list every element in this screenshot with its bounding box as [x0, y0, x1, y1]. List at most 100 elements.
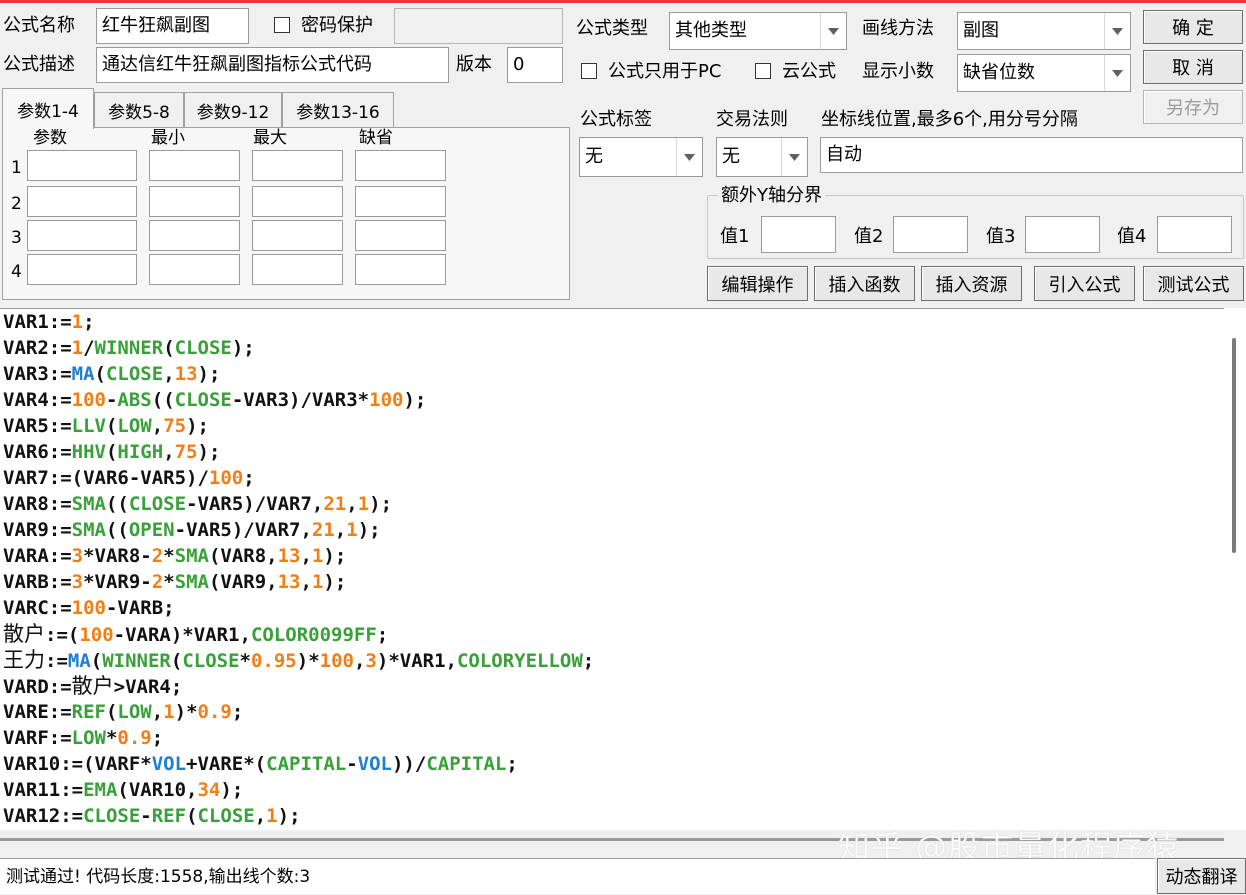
tab-params-9-12[interactable]: 参数9-12 — [184, 92, 282, 128]
code-line[interactable]: VAR11:=EMA(VAR10,34); — [3, 777, 243, 803]
code-line[interactable]: VAR1:=1; — [3, 309, 95, 335]
coord-line-field[interactable]: 自动 — [820, 137, 1243, 173]
code-token: / — [83, 337, 95, 359]
code-token: ))/ — [391, 753, 427, 775]
code-line[interactable]: VAR12:=CLOSE-REF(CLOSE,1); — [3, 803, 301, 829]
code-token: 1 — [163, 701, 175, 723]
code-line[interactable]: VAR4:=100-ABS((CLOSE-VAR3)/VAR3*100); — [3, 387, 426, 413]
code-line[interactable]: VAR9:=SMA((OPEN-VAR5)/VAR7,21,1); — [3, 517, 381, 543]
code-line[interactable]: VARD:=散户>VAR4; — [3, 673, 182, 699]
tab-params-13-16[interactable]: 参数13-16 — [282, 92, 394, 128]
status-bar: 测试通过! 代码长度:1558,输出线个数:3 — [0, 858, 1155, 894]
param-default-input[interactable] — [355, 220, 446, 251]
code-token: CLOSE — [174, 389, 232, 411]
code-token: CLOSE — [174, 337, 232, 359]
code-token: - — [140, 805, 152, 827]
code-token: ); — [186, 415, 209, 437]
code-line[interactable]: VAR3:=MA(CLOSE,13); — [3, 361, 220, 387]
formula-type-select[interactable]: 其他类型 — [669, 12, 847, 50]
code-line[interactable]: VAR10:=(VARF*VOL+VARE*(CAPITAL-VOL))/CAP… — [3, 751, 518, 777]
param-default-input[interactable] — [355, 254, 446, 285]
param-name-input[interactable] — [27, 150, 137, 181]
formula-desc-field[interactable]: 通达信红牛狂飙副图指标公式代码 — [96, 47, 449, 83]
code-editor[interactable]: VAR1:=1; VAR2:=1/WINNER(CLOSE); VAR3:=MA(C… — [0, 308, 1246, 830]
param-default-input[interactable] — [355, 150, 446, 181]
y-value-1-input[interactable] — [761, 216, 836, 253]
param-min-input[interactable] — [149, 150, 240, 181]
code-line[interactable]: VAR5:=LLV(LOW,75); — [3, 413, 209, 439]
insert-resource-button[interactable]: 插入资源 — [921, 266, 1022, 301]
pc-only-checkbox[interactable] — [581, 63, 597, 79]
param-header-default: 缺省 — [359, 128, 393, 148]
cancel-button[interactable]: 取 消 — [1143, 50, 1243, 84]
param-name-input[interactable] — [27, 254, 137, 285]
code-token: ; — [151, 727, 164, 749]
param-name-input[interactable] — [27, 186, 137, 217]
dynamic-translate-button[interactable]: 动态翻译 — [1157, 858, 1246, 894]
draw-method-select[interactable]: 副图 — [957, 12, 1131, 50]
code-line[interactable]: VARA:=3*VAR8-2*SMA(VAR8,13,1); — [3, 543, 346, 569]
param-default-input[interactable] — [355, 186, 446, 217]
code-token: ; — [231, 701, 244, 723]
code-token: ABS — [117, 389, 152, 411]
code-line[interactable]: VARB:=3*VAR9-2*SMA(VAR9,13,1); — [3, 569, 346, 595]
param-max-input[interactable] — [252, 186, 343, 217]
code-token: 0.9 — [197, 701, 232, 723]
code-line[interactable]: VARE:=REF(LOW,1)*0.9; — [3, 699, 243, 725]
code-line[interactable]: VAR7:=(VAR6-VAR5)/100; — [3, 465, 255, 491]
edit-ops-button[interactable]: 编辑操作 — [707, 266, 808, 301]
cloud-formula-checkbox[interactable] — [755, 63, 771, 79]
chevron-down-icon[interactable] — [676, 138, 702, 176]
chevron-down-icon[interactable] — [820, 13, 846, 49]
code-line[interactable]: VARF:=LOW*0.9; — [3, 725, 163, 751]
version-field[interactable]: 0 — [507, 47, 563, 83]
code-line[interactable]: VARC:=100-VARB; — [3, 595, 175, 621]
formula-tag-select[interactable]: 无 — [579, 137, 703, 177]
code-line[interactable]: VAR8:=SMA((CLOSE-VAR5)/VAR7,21,1); — [3, 491, 392, 517]
decimals-select[interactable]: 缺省位数 — [957, 54, 1131, 92]
y-value-3-input[interactable] — [1025, 216, 1100, 253]
y-value-4-input[interactable] — [1157, 216, 1232, 253]
param-max-input[interactable] — [252, 150, 343, 181]
scrollbar-thumb[interactable] — [1232, 338, 1236, 553]
chevron-down-icon[interactable] — [781, 138, 807, 176]
code-token: ); — [220, 779, 244, 801]
vertical-scrollbar[interactable] — [1224, 308, 1246, 830]
code-token: VOL — [151, 753, 187, 775]
tab-params-1-4[interactable]: 参数1-4 — [2, 88, 94, 129]
trade-rule-select[interactable]: 无 — [716, 137, 808, 177]
code-token: ; — [506, 753, 518, 775]
code-token: 100 — [319, 650, 354, 672]
param-name-input[interactable] — [27, 220, 137, 251]
formula-name-field[interactable]: 红牛狂飙副图 — [96, 8, 249, 44]
code-token: VAR6:= — [3, 441, 72, 463]
code-token: ( — [105, 701, 118, 723]
param-min-input[interactable] — [149, 220, 240, 251]
tab-params-5-8[interactable]: 参数5-8 — [94, 92, 184, 128]
param-max-input[interactable] — [252, 254, 343, 285]
code-line[interactable]: 王力:=MA(WINNER(CLOSE*0.95)*100,3)*VAR1,CO… — [3, 647, 594, 673]
y-value-2-label: 值2 — [854, 226, 884, 247]
code-token: VARD:= — [3, 676, 72, 698]
code-line[interactable]: 散户:=(100-VARA)*VAR1,COLOR0099FF; — [3, 621, 388, 647]
param-max-input[interactable] — [252, 220, 343, 251]
code-line[interactable]: VAR2:=1/WINNER(CLOSE); — [3, 335, 255, 361]
ok-button[interactable]: 确 定 — [1143, 10, 1243, 44]
param-min-input[interactable] — [149, 186, 240, 217]
chevron-down-icon[interactable] — [1104, 55, 1130, 91]
password-protect-checkbox[interactable] — [274, 17, 290, 33]
code-token: , — [163, 441, 175, 463]
y-value-2-input[interactable] — [893, 216, 968, 253]
code-token: ( — [170, 650, 183, 672]
import-formula-button[interactable]: 引入公式 — [1034, 266, 1135, 301]
insert-function-button[interactable]: 插入函数 — [814, 266, 915, 301]
code-token: REF — [151, 805, 187, 827]
code-token: 100 — [369, 389, 404, 411]
code-token: * — [163, 545, 175, 567]
test-formula-button[interactable]: 测试公式 — [1143, 266, 1244, 301]
code-line[interactable]: VAR6:=HHV(HIGH,75); — [3, 439, 220, 465]
param-min-input[interactable] — [149, 254, 240, 285]
code-token: 0.9 — [117, 727, 152, 749]
chevron-down-icon[interactable] — [1104, 13, 1130, 49]
code-token: >VAR4; — [113, 676, 183, 698]
